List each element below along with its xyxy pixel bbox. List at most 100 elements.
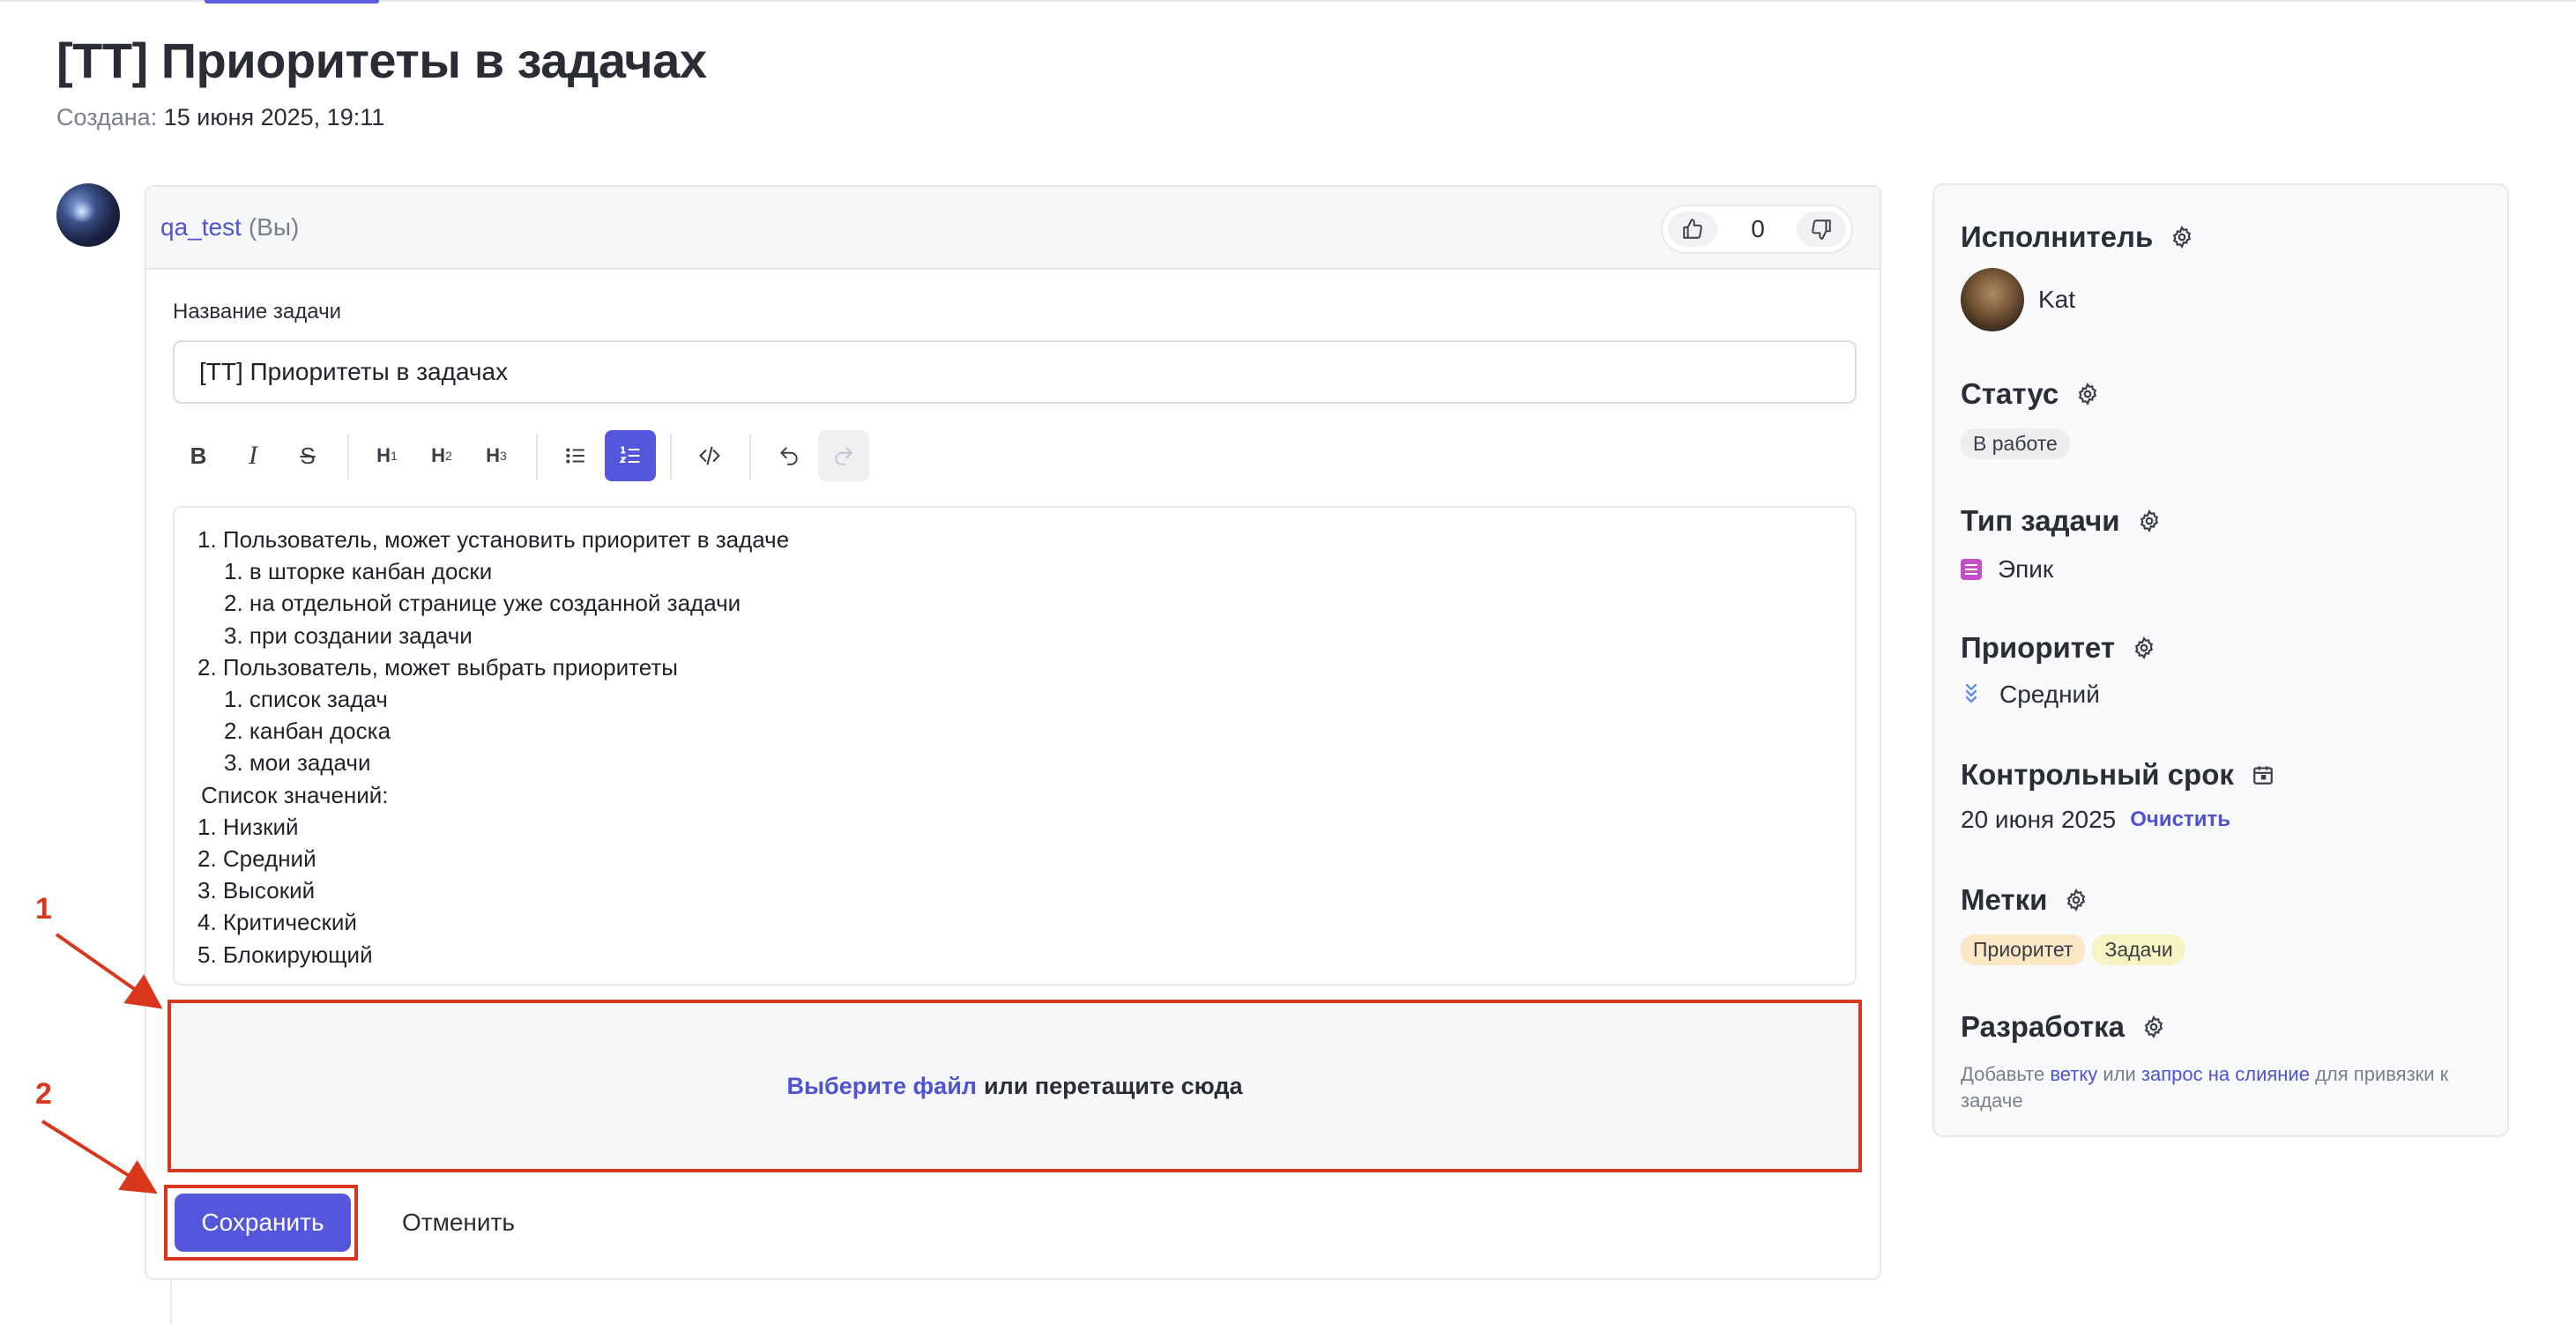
deadline-value: 20 июня 2025 Очистить <box>1961 806 2230 834</box>
gear-icon[interactable] <box>2142 1015 2165 1038</box>
italic-button[interactable]: I <box>227 430 279 481</box>
assignee[interactable]: Kat <box>1961 268 2075 331</box>
clear-deadline-link[interactable]: Очистить <box>2130 807 2230 832</box>
heading-3-level: 3 <box>500 449 507 463</box>
author-name-link[interactable]: qa_test <box>160 213 242 241</box>
heading-2-button[interactable]: H2 <box>416 430 467 481</box>
toolbar-divider <box>670 434 672 480</box>
annotation-number-2: 2 <box>35 1077 52 1111</box>
status-badge: В работе <box>1961 428 2070 459</box>
description-line: 3. мои задачи <box>224 749 371 777</box>
gear-icon[interactable] <box>2138 510 2161 532</box>
vote-control: 0 <box>1661 205 1853 254</box>
assignee-label: Исполнитель <box>1961 220 2154 253</box>
description-line: 3. при создании задачи <box>224 621 473 649</box>
heading-1-level: 1 <box>391 449 398 463</box>
priority-section-title: Приоритет <box>1961 631 2155 665</box>
gear-icon[interactable] <box>2065 889 2088 911</box>
heading-2-label: H <box>431 444 446 466</box>
description-line: 1. в шторке канбан доски <box>224 558 493 585</box>
ordered-list-button[interactable] <box>605 430 656 481</box>
status-section-title: Статус <box>1961 377 2099 411</box>
type-section-title: Тип задачи <box>1961 504 2161 538</box>
description-line: 4. Критический <box>197 909 357 936</box>
cancel-button[interactable]: Отменить <box>402 1201 515 1245</box>
priority-label: Приоритет <box>1961 631 2116 664</box>
dev-text-2: или <box>2103 1063 2136 1085</box>
annotation-arrow-2 <box>41 1119 158 1194</box>
description-line: 2. Средний <box>197 845 316 873</box>
task-title-input[interactable] <box>173 340 1857 404</box>
type-value: Эпик <box>1961 555 2053 584</box>
created-label: Создана: <box>56 104 158 130</box>
description-editor[interactable]: 1. Пользователь, может установить приори… <box>173 506 1857 986</box>
description-line: 3. Высокий <box>197 877 316 904</box>
created-value: 15 июня 2025, 19:11 <box>163 104 385 130</box>
heading-1-button[interactable]: H1 <box>361 430 413 481</box>
vote-count: 0 <box>1751 215 1765 242</box>
author: qa_test (Вы) <box>160 213 299 242</box>
redo-icon <box>835 447 852 465</box>
description-line: 2. канбан доска <box>224 718 391 745</box>
tag-badge[interactable]: Задачи <box>2092 934 2185 965</box>
save-button[interactable]: Сохранить <box>175 1194 351 1252</box>
file-dropzone[interactable]: Выберите файл или перетащите сюда <box>168 1000 1862 1172</box>
ordered-list-icon <box>619 446 640 464</box>
priority-name: Средний <box>1999 681 2100 708</box>
heading-3-button[interactable]: H3 <box>471 430 522 481</box>
description-line: 1. Пользователь, может установить приори… <box>197 526 790 553</box>
created-date: Создана: 15 июня 2025, 19:11 <box>56 104 384 131</box>
page-title: [TT] Приоритеты в задачах <box>56 33 707 88</box>
assignee-section-title: Исполнитель <box>1961 220 2193 254</box>
merge-request-link[interactable]: запрос на слияние <box>2141 1063 2310 1085</box>
status-value: В работе <box>1961 428 2070 459</box>
thumbs-down-icon <box>1812 219 1831 240</box>
undo-icon <box>780 447 798 465</box>
heading-3-label: H <box>486 444 501 466</box>
bullet-list-button[interactable] <box>550 430 601 481</box>
description-line: 2. Пользователь, может выбрать приоритет… <box>197 653 678 681</box>
top-divider <box>0 0 2576 2</box>
task-page: [TT] Приоритеты в задачах Создана: 15 ию… <box>0 0 2576 1324</box>
toolbar-divider <box>749 434 751 480</box>
choose-file-link[interactable]: Выберите файл <box>786 1073 976 1100</box>
description-line: 2. на отдельной странице уже созданной з… <box>224 590 741 617</box>
code-button[interactable] <box>684 430 735 481</box>
gear-icon[interactable] <box>2076 383 2099 405</box>
redo-button[interactable] <box>818 430 869 481</box>
description-line: 1. список задач <box>224 686 388 713</box>
annotation-number-1: 1 <box>35 892 52 926</box>
assignee-name: Kat <box>2038 286 2076 313</box>
gear-icon[interactable] <box>2170 226 2193 249</box>
calendar-icon[interactable] <box>2252 763 2274 786</box>
bold-button[interactable]: B <box>173 430 224 481</box>
strikethrough-button[interactable]: S <box>282 430 333 481</box>
undo-button[interactable] <box>763 430 815 481</box>
branch-link[interactable]: ветку <box>2050 1063 2097 1085</box>
toolbar-divider <box>347 434 349 480</box>
bullet-list-icon <box>566 448 584 464</box>
task-title-label: Название задачи <box>173 300 342 324</box>
gear-icon[interactable] <box>2133 636 2155 659</box>
thumbs-up-button[interactable] <box>1668 212 1717 247</box>
assignee-avatar <box>1961 268 2024 331</box>
thumbs-up-icon <box>1683 219 1702 239</box>
thumbs-down-button[interactable] <box>1797 212 1846 247</box>
heading-1-label: H <box>376 444 391 466</box>
epic-icon <box>1961 559 1982 580</box>
type-name: Эпик <box>1998 555 2054 583</box>
deadline-label: Контрольный срок <box>1961 758 2234 791</box>
task-sidebar: Исполнитель Kat Статус В работе Тип зада… <box>1932 183 2509 1137</box>
dev-text-1: Добавьте <box>1961 1063 2045 1085</box>
tags-section-title: Метки <box>1961 883 2088 917</box>
card-header: qa_test (Вы) 0 <box>146 187 1880 270</box>
description-line: 1. Низкий <box>197 813 299 840</box>
active-tab-indicator[interactable] <box>205 0 379 4</box>
type-label: Тип задачи <box>1961 504 2120 537</box>
code-icon <box>699 446 720 465</box>
deadline-section-title: Контрольный срок <box>1961 758 2274 792</box>
author-avatar[interactable] <box>56 183 120 247</box>
tag-badge[interactable]: Приоритет <box>1961 934 2086 965</box>
deadline-date: 20 июня 2025 <box>1961 806 2117 833</box>
medium-priority-icon <box>1965 683 1977 703</box>
